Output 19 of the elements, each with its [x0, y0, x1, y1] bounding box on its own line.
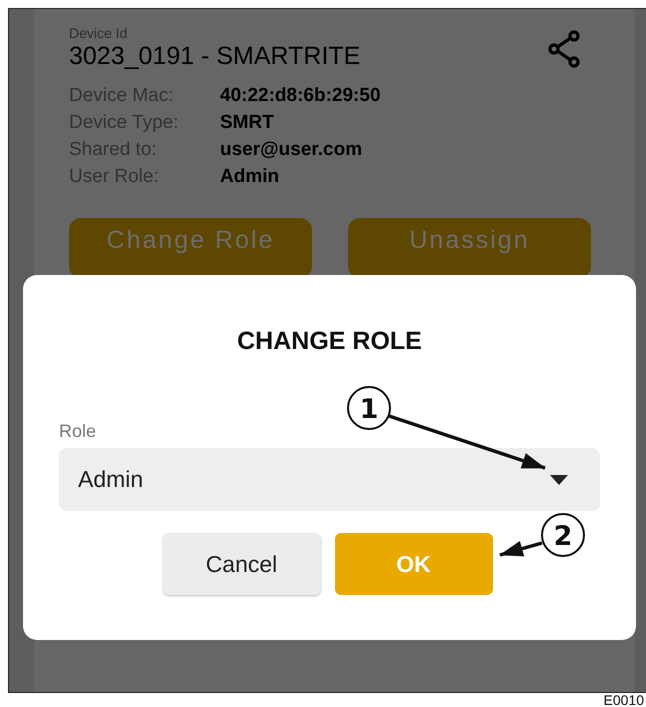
role-label: Role: [59, 421, 98, 442]
callout-badge: 2: [541, 513, 585, 557]
device-title: 3023_0191 - SMARTRITE: [69, 42, 360, 71]
action-button[interactable]: Change Role: [69, 218, 312, 278]
field-value: SMRT: [220, 112, 275, 134]
field-value: user@user.com: [220, 139, 364, 161]
field-value: 40:22:d8:6b:29:50: [220, 85, 382, 107]
callout-badge: 1: [347, 386, 391, 430]
dialog-title: CHANGE ROLE: [236, 327, 423, 356]
field-value: Admin: [220, 166, 280, 188]
figure-code: E0010: [604, 692, 644, 707]
action-button[interactable]: Unassign: [348, 218, 591, 278]
callout-arrow: [499, 541, 542, 557]
dialog-button[interactable]: Cancel: [162, 533, 320, 595]
dialog-button[interactable]: OK: [334, 533, 492, 595]
role-dropdown[interactable]: Admin: [59, 448, 600, 511]
device-id-label: Device Id: [69, 25, 128, 41]
dropdown-caret-icon[interactable]: [550, 474, 568, 484]
share-icon[interactable]: [547, 29, 581, 69]
